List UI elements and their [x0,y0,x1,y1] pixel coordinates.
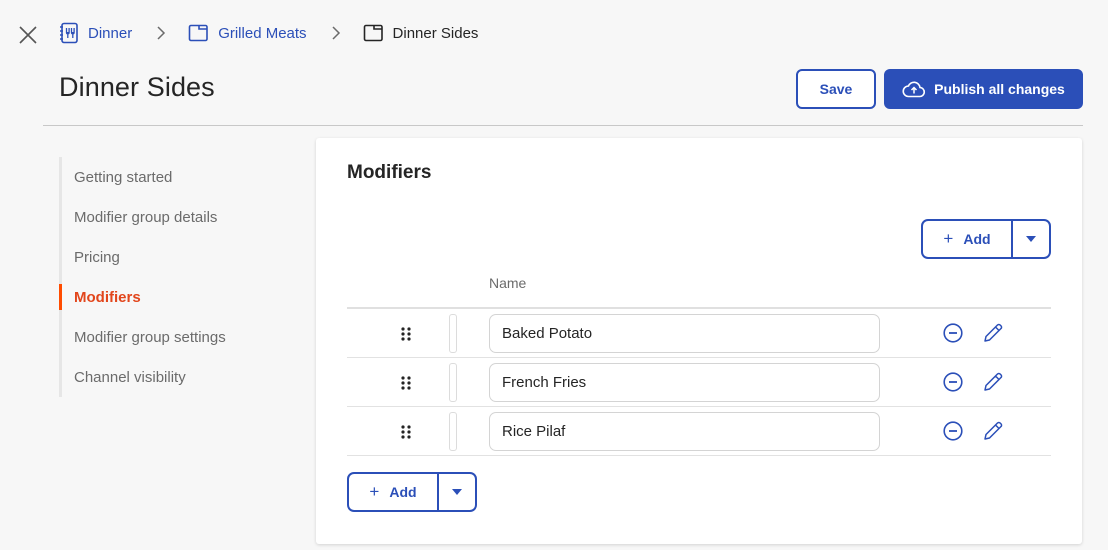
modifier-list [347,309,1051,456]
breadcrumb-dinner[interactable]: Dinner [59,22,132,44]
modifiers-card: Modifiers + Add Name Baked Potato French… [316,138,1082,544]
remove-icon[interactable] [943,323,963,343]
nav-item-modifier-group-settings[interactable]: Modifier group settings [62,317,299,357]
drag-handle-icon[interactable] [399,326,413,342]
breadcrumb-grilled-meats[interactable]: Grilled Meats [188,24,307,42]
close-button[interactable] [17,24,39,46]
modifier-row [347,309,1051,358]
nav-label: Getting started [74,168,173,186]
add-modifier-button[interactable]: + Add [349,474,439,510]
breadcrumb-label: Dinner Sides [392,24,479,42]
drag-handle-icon[interactable] [399,424,413,440]
page-title: Dinner Sides [59,72,215,102]
nav-label: Pricing [74,248,120,266]
nav-label: Modifier group settings [74,328,226,346]
modifier-name-input[interactable] [489,314,880,353]
row-image-slot [449,412,457,451]
edit-pencil-icon[interactable] [982,420,1004,442]
nav-item-modifier-group-details[interactable]: Modifier group details [62,197,299,237]
row-image-slot [449,314,457,353]
row-image-slot [449,363,457,402]
modifier-name-input[interactable] [489,412,880,451]
remove-icon[interactable] [943,372,963,392]
add-label: Add [389,484,417,500]
nav-item-pricing[interactable]: Pricing [62,237,299,277]
breadcrumb: Dinner Grilled Meats Dinner Sides [59,21,478,45]
modifier-name-input[interactable] [489,363,880,402]
add-modifier-button[interactable]: + Add [923,221,1013,257]
save-label: Save [819,81,853,97]
folder-icon [188,24,208,42]
modifier-row [347,407,1051,456]
close-icon [19,26,37,44]
plus-icon: + [943,229,954,248]
publish-label: Publish all changes [934,81,1065,97]
caret-down-icon [452,489,462,495]
nav-label: Modifiers [74,288,141,306]
breadcrumb-label: Grilled Meats [218,24,307,42]
nav-label: Modifier group details [74,208,218,226]
nav-label: Channel visibility [74,368,186,386]
nav-item-channel-visibility[interactable]: Channel visibility [62,357,299,397]
remove-icon[interactable] [943,421,963,441]
edit-pencil-icon[interactable] [982,371,1004,393]
plus-icon: + [369,482,380,501]
drag-handle-icon[interactable] [399,375,413,391]
menu-icon [60,22,78,44]
header-divider [43,125,1083,126]
breadcrumb-label: Dinner [88,24,133,42]
modifiers-title: Modifiers [347,162,432,183]
publish-all-changes-button[interactable]: Publish all changes [884,69,1083,109]
column-header-name: Name [489,275,527,291]
folder-icon [363,24,383,42]
nav-item-modifiers[interactable]: Modifiers [59,277,299,317]
add-options-dropdown[interactable] [1013,221,1049,257]
add-modifier-split-button-bottom: + Add [347,472,477,512]
add-options-dropdown[interactable] [439,474,475,510]
chevron-right-icon [156,26,166,40]
edit-pencil-icon[interactable] [982,322,1004,344]
save-button[interactable]: Save [796,69,876,109]
breadcrumb-dinner-sides: Dinner Sides [363,24,479,42]
side-nav: Getting started Modifier group details P… [59,157,299,397]
add-modifier-split-button-top: + Add [921,219,1051,259]
nav-item-getting-started[interactable]: Getting started [62,157,299,197]
add-label: Add [963,231,991,247]
caret-down-icon [1026,236,1036,242]
cloud-upload-icon [902,81,926,98]
modifier-row [347,358,1051,407]
chevron-right-icon [331,26,341,40]
